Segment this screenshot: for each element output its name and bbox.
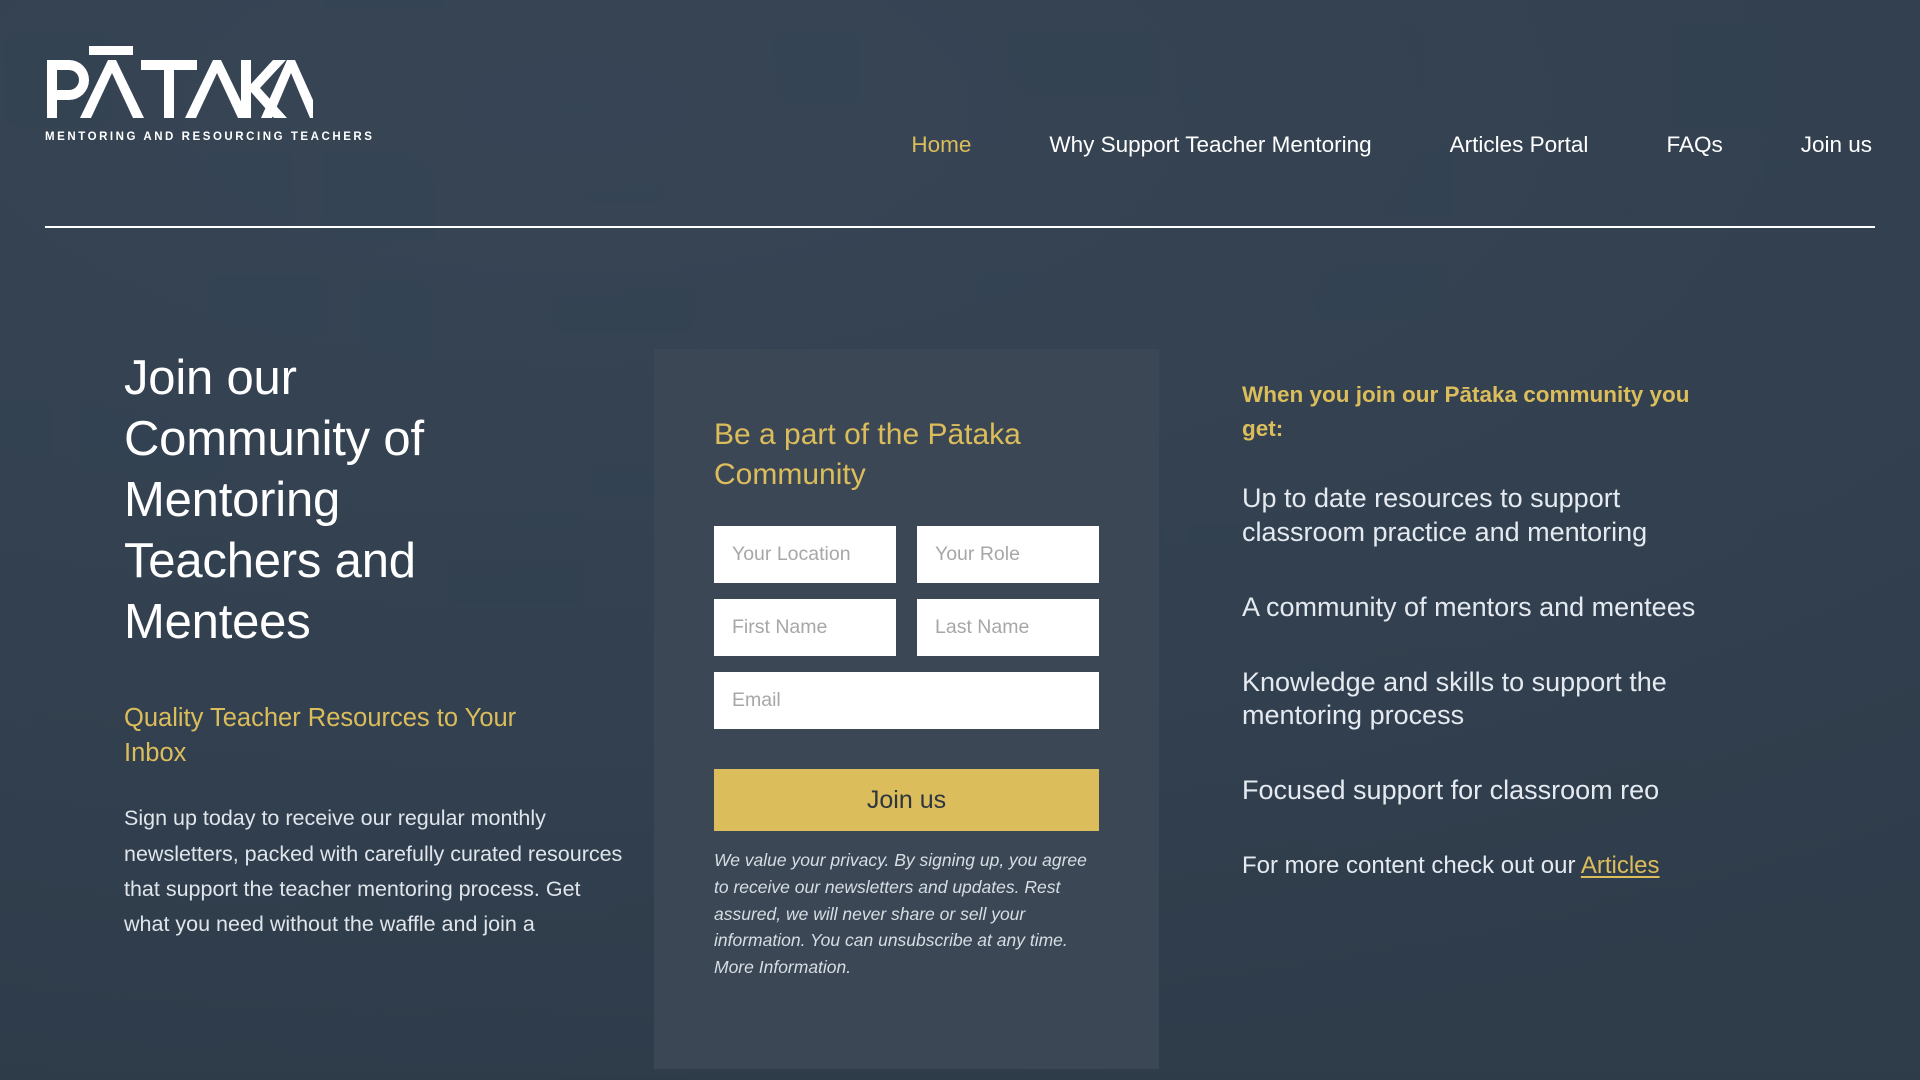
form-row-name xyxy=(714,599,1099,657)
nav-item-join-us[interactable]: Join us xyxy=(1801,133,1872,157)
form-row-location-role xyxy=(714,526,1099,584)
role-input[interactable] xyxy=(917,526,1099,584)
more-content-prefix: For more content check out our xyxy=(1242,851,1581,879)
nav-item-home[interactable]: Home xyxy=(911,133,971,157)
join-us-button[interactable]: Join us xyxy=(714,769,1099,832)
location-input[interactable] xyxy=(714,526,896,584)
hero-column: Join our Community of Mentoring Teachers… xyxy=(45,228,645,942)
last-name-input[interactable] xyxy=(917,599,1099,657)
first-name-input[interactable] xyxy=(714,599,896,657)
nav-item-articles-portal[interactable]: Articles Portal xyxy=(1450,133,1589,157)
pataka-wordmark-icon xyxy=(47,46,313,118)
hero-paragraph: Sign up today to receive our regular mon… xyxy=(124,806,623,937)
landing-page: MENTORING AND RESOURCING TEACHERS Home W… xyxy=(0,0,1920,1080)
benefit-item-1: Up to date resources to support classroo… xyxy=(1242,483,1648,547)
nav-item-faqs[interactable]: FAQs xyxy=(1666,133,1722,157)
benefit-item-3: Knowledge and skills to support the ment… xyxy=(1242,666,1667,731)
form-title: Be a part of the Pātaka Community xyxy=(714,418,1021,491)
primary-nav: Home Why Support Teacher Mentoring Artic… xyxy=(0,133,1920,157)
signup-form-card: Be a part of the Pātaka Community Join u… xyxy=(654,349,1159,1069)
more-content-line: For more content check out our Articles xyxy=(1242,850,1762,881)
privacy-notice: We value your privacy. By signing up, yo… xyxy=(714,850,1087,978)
page-title: Join our Community of Mentoring Teachers… xyxy=(124,351,424,649)
site-header: MENTORING AND RESOURCING TEACHERS Home W… xyxy=(0,0,1920,228)
benefits-column: When you join our Pātaka community you g… xyxy=(1159,228,1875,881)
hero-subtitle: Quality Teacher Resources to Your Inbox xyxy=(124,704,517,767)
site-logo[interactable]: MENTORING AND RESOURCING TEACHERS xyxy=(45,46,375,143)
signup-form: Join us xyxy=(714,526,1099,832)
benefits-title: When you join our Pātaka community you g… xyxy=(1242,382,1690,442)
articles-link[interactable]: Articles xyxy=(1581,852,1660,879)
main-content: Join our Community of Mentoring Teachers… xyxy=(0,228,1920,1069)
nav-item-why-support[interactable]: Why Support Teacher Mentoring xyxy=(1049,133,1371,157)
benefit-item-4: Focused support for classroom reo xyxy=(1242,775,1660,806)
benefit-item-2: A community of mentors and mentees xyxy=(1242,591,1696,622)
email-input[interactable] xyxy=(714,672,1099,730)
